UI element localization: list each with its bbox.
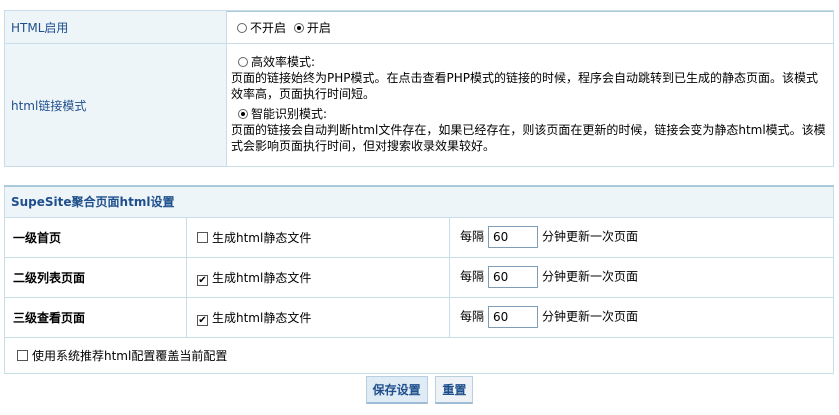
checkmark-icon: ✔ [198,274,207,286]
html-enable-row: HTML启用 不开启 开启 [4,10,834,44]
link-mode-label: html链接模式 [4,43,227,167]
generate-html-checkbox[interactable]: ✔ [197,314,208,326]
interval-prefix: 每隔 [460,309,485,324]
table-row: 三级查看页面 ✔ 生成html静态文件 每隔 60 分钟更新一次页面 [4,296,834,338]
html-enable-on-radio[interactable] [293,22,304,33]
interval-input[interactable]: 60 [488,266,539,288]
supesite-table: SupeSite聚合页面html设置 一级首页 生成html静态文件 每隔 60 分… [4,185,834,374]
table-row: 二级列表页面 ✔ 生成html静态文件 每隔 60 分钟更新一次页面 [4,256,834,298]
generate-html-checkbox[interactable]: ✔ [197,274,208,286]
page-level-name: 二级列表页面 [4,256,187,298]
html-enable-on-label: 开启 [306,20,331,35]
interval-cell: 每隔 60 分钟更新一次页面 [449,216,834,258]
html-settings-table: HTML启用 不开启 开启 html链接模式 高效率模式: 页面的链接始终为PH… [4,10,834,167]
page-level-name: 三级查看页面 [4,296,187,338]
smart-mode-desc-line1: 页面的链接会自动判断html文件存在，如果已经存在，则该页面在更新的时候，链接会… [231,123,826,137]
generate-html-option[interactable]: 生成html静态文件 [186,216,450,258]
supesite-panel: SupeSite聚合页面html设置 一级首页 生成html静态文件 每隔 60 分… [4,185,834,374]
reset-button[interactable]: 重置 [435,376,474,404]
html-enable-options: 不开启 开启 [226,10,834,44]
link-mode-options: 高效率模式: 页面的链接始终为PHP模式。在点击查看PHP模式的链接的时候，程序… [226,43,834,167]
recommend-row: 使用系统推荐html配置覆盖当前配置 [4,336,834,374]
save-button[interactable]: 保存设置 [365,376,428,404]
supesite-title: SupeSite聚合页面html设置 [4,185,834,218]
smart-mode-desc-line2: 式会影响页面执行时间，但对搜索收录效果较好。 [231,139,496,153]
html-enable-off-option[interactable]: 不开启 [237,19,286,36]
efficient-mode-option[interactable]: 高效率模式: [231,54,829,70]
interval-suffix: 分钟更新一次页面 [542,309,639,324]
efficient-mode-desc: 页面的链接始终为PHP模式。在点击查看PHP模式的链接的时候，程序会自动跳转到已… [231,70,829,102]
recommend-option[interactable]: 使用系统推荐html配置覆盖当前配置 [4,336,834,374]
form-actions: 保存设置 重置 [0,376,839,404]
efficient-mode-radio[interactable] [238,57,248,67]
page-level-name: 一级首页 [4,216,187,258]
interval-cell: 每隔 60 分钟更新一次页面 [449,296,834,338]
smart-mode-desc: 页面的链接会自动判断html文件存在，如果已经存在，则该页面在更新的时候，链接会… [231,122,829,154]
smart-mode-radio[interactable] [238,109,248,119]
interval-input[interactable]: 60 [488,226,539,248]
html-enable-on-option[interactable]: 开启 [293,19,331,36]
generate-html-checkbox[interactable] [197,231,208,243]
generate-html-option[interactable]: ✔ 生成html静态文件 [186,296,450,338]
link-mode-row: html链接模式 高效率模式: 页面的链接始终为PHP模式。在点击查看PHP模式… [4,43,834,167]
generate-html-option[interactable]: ✔ 生成html静态文件 [186,256,450,298]
smart-mode-title: 智能识别模式: [251,107,328,121]
checkmark-icon: ✔ [198,314,207,326]
generate-html-label: 生成html静态文件 [212,270,312,285]
generate-html-label: 生成html静态文件 [212,310,312,325]
efficient-mode-desc-line1: 页面的链接始终为PHP模式。在点击查看PHP模式的链接的时候，程序会自动跳转到已… [231,71,818,85]
html-enable-off-radio[interactable] [237,22,247,33]
interval-suffix: 分钟更新一次页面 [542,269,639,284]
table-row: 一级首页 生成html静态文件 每隔 60 分钟更新一次页面 [4,216,834,258]
interval-suffix: 分钟更新一次页面 [542,229,639,244]
interval-input[interactable]: 60 [488,306,539,328]
efficient-mode-title: 高效率模式: [251,55,316,69]
recommend-checkbox[interactable] [17,349,28,361]
interval-prefix: 每隔 [460,229,485,244]
generate-html-label: 生成html静态文件 [212,230,312,245]
interval-cell: 每隔 60 分钟更新一次页面 [449,256,834,298]
html-enable-label: HTML启用 [4,10,227,44]
efficient-mode-desc-line2: 效率高，页面执行时间短。 [231,87,376,101]
interval-prefix: 每隔 [460,269,485,284]
html-enable-off-label: 不开启 [250,20,287,35]
smart-mode-option[interactable]: 智能识别模式: [231,106,829,122]
recommend-label: 使用系统推荐html配置覆盖当前配置 [32,348,228,363]
supesite-header-row: SupeSite聚合页面html设置 [4,185,834,218]
